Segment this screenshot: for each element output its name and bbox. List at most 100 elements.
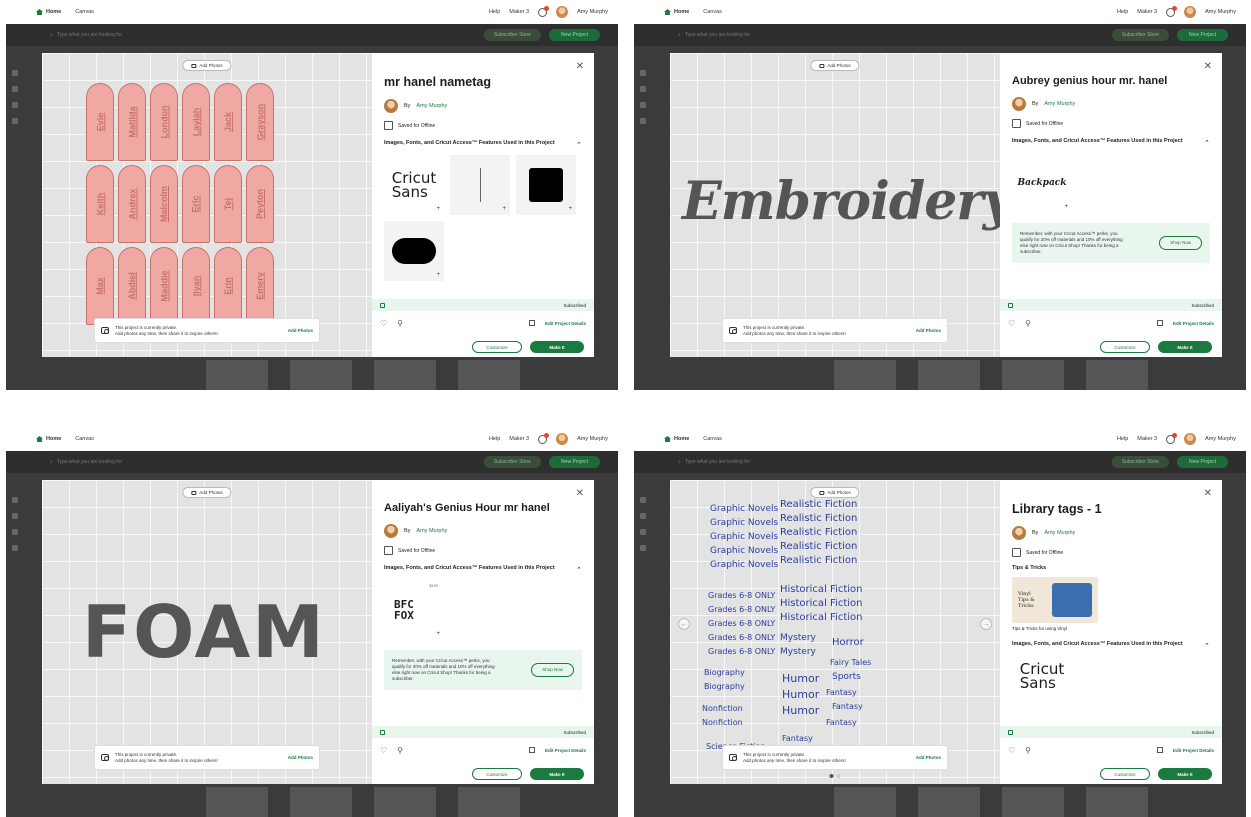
asset-card-cricut-sans[interactable]: Cricut Sans: [1012, 656, 1072, 690]
add-asset-icon[interactable]: +: [436, 631, 440, 637]
collection-icon[interactable]: [1156, 320, 1163, 326]
saved-offline-checkbox[interactable]: Saved for Offline: [1012, 548, 1210, 557]
notification-bell-icon[interactable]: [538, 5, 550, 17]
avatar[interactable]: [556, 433, 569, 445]
heart-icon[interactable]: ♡: [380, 746, 387, 755]
make-it-button[interactable]: Make It: [1158, 768, 1212, 780]
help-link[interactable]: Help: [1117, 9, 1128, 15]
add-photos-link[interactable]: Add Photos: [916, 328, 941, 333]
asset-card-square[interactable]: +: [516, 155, 576, 215]
chevron-up-icon[interactable]: ⌄: [1204, 138, 1210, 145]
add-photos-link[interactable]: Add Photos: [288, 328, 313, 333]
avatar[interactable]: [556, 6, 569, 18]
search-input[interactable]: ⌕ Type what you are looking for: [678, 459, 750, 465]
sidebar-icon[interactable]: [12, 118, 18, 124]
user-menu[interactable]: Amy Murphy: [1205, 436, 1236, 442]
machine-selector[interactable]: Maker 3: [1137, 436, 1157, 442]
edit-project-details-link[interactable]: Edit Project Details: [545, 321, 586, 326]
nav-canvas[interactable]: Canvas: [703, 9, 722, 15]
sidebar-icon[interactable]: [640, 102, 646, 108]
subscriber-store-button[interactable]: Subscriber Store: [1111, 29, 1170, 41]
help-link[interactable]: Help: [1117, 436, 1128, 442]
edit-project-details-link[interactable]: Edit Project Details: [1173, 748, 1214, 753]
author-link[interactable]: Amy Murphy: [1044, 101, 1075, 107]
saved-offline-checkbox[interactable]: Saved for Offline: [1012, 119, 1210, 128]
sidebar-icon[interactable]: [12, 102, 18, 108]
add-asset-icon[interactable]: +: [568, 206, 572, 212]
chevron-up-icon[interactable]: ⌄: [576, 140, 582, 147]
new-project-button[interactable]: New Project: [1177, 456, 1228, 468]
add-photos-link[interactable]: Add Photos: [288, 755, 313, 760]
close-icon[interactable]: ✕: [1204, 61, 1212, 72]
add-asset-icon[interactable]: +: [1064, 204, 1068, 210]
add-asset-icon[interactable]: +: [436, 206, 440, 212]
close-icon[interactable]: ✕: [1204, 488, 1212, 499]
carousel-dot[interactable]: [829, 774, 834, 778]
carousel-dot[interactable]: [836, 774, 841, 778]
user-menu[interactable]: Amy Murphy: [577, 436, 608, 442]
search-input[interactable]: ⌕ Type what you are looking for: [50, 459, 122, 465]
asset-card-cricut-sans[interactable]: Cricut Sans +: [384, 155, 444, 215]
sidebar-icon[interactable]: [640, 86, 646, 92]
nav-canvas[interactable]: Canvas: [75, 9, 94, 15]
pin-icon[interactable]: ⚲: [397, 746, 403, 755]
saved-offline-checkbox[interactable]: Saved for Offline: [384, 121, 582, 130]
asset-card-line[interactable]: +: [450, 155, 510, 215]
subscriber-store-button[interactable]: Subscriber Store: [1111, 456, 1170, 468]
avatar[interactable]: [1184, 6, 1197, 18]
nav-home[interactable]: Home: [664, 9, 689, 15]
machine-selector[interactable]: Maker 3: [509, 9, 529, 15]
notification-bell-icon[interactable]: [1166, 432, 1178, 444]
sidebar-icon[interactable]: [12, 497, 18, 503]
chevron-up-icon[interactable]: ⌄: [576, 565, 582, 572]
shop-now-button[interactable]: Shop Now: [531, 663, 574, 677]
help-link[interactable]: Help: [489, 436, 500, 442]
edit-project-details-link[interactable]: Edit Project Details: [545, 748, 586, 753]
pin-icon[interactable]: ⚲: [1025, 319, 1031, 328]
avatar[interactable]: [1184, 433, 1197, 445]
machine-selector[interactable]: Maker 3: [1137, 9, 1157, 15]
sidebar-icon[interactable]: [640, 118, 646, 124]
user-menu[interactable]: Amy Murphy: [577, 9, 608, 15]
search-input[interactable]: ⌕ Type what you are looking for: [678, 32, 750, 38]
sidebar-icon[interactable]: [12, 513, 18, 519]
search-input[interactable]: ⌕ Type what you are looking for: [50, 32, 122, 38]
sidebar-icon[interactable]: [640, 529, 646, 535]
add-asset-icon[interactable]: +: [502, 206, 506, 212]
close-icon[interactable]: ✕: [576, 488, 584, 499]
heart-icon[interactable]: ♡: [1008, 319, 1015, 328]
features-section-header[interactable]: Images, Fonts, and Cricut Access™ Featur…: [384, 140, 582, 147]
sidebar-icon[interactable]: [640, 497, 646, 503]
features-section-header[interactable]: Images, Fonts, and Cricut Access™ Featur…: [1012, 138, 1210, 145]
customize-button[interactable]: Customize: [1100, 768, 1150, 780]
saved-offline-checkbox[interactable]: Saved for Offline: [384, 546, 582, 555]
features-section-header[interactable]: Images, Fonts, and Cricut Access™ Featur…: [1012, 641, 1210, 648]
close-icon[interactable]: ✕: [576, 61, 584, 72]
tips-card[interactable]: Vinyl Tips & Tricks: [1012, 577, 1098, 623]
edit-project-details-link[interactable]: Edit Project Details: [1173, 321, 1214, 326]
new-project-button[interactable]: New Project: [549, 29, 600, 41]
heart-icon[interactable]: ♡: [380, 319, 387, 328]
add-asset-icon[interactable]: +: [436, 272, 440, 278]
asset-card-bfc-fox[interactable]: $3.99 BFC FOX +: [384, 580, 444, 640]
asset-card-oval[interactable]: +: [384, 221, 444, 281]
customize-button[interactable]: Customize: [472, 768, 522, 780]
customize-button[interactable]: Customize: [472, 341, 522, 353]
asset-card-backpack[interactable]: Backpack +: [1012, 153, 1072, 213]
next-arrow-icon[interactable]: →: [980, 618, 992, 630]
notification-bell-icon[interactable]: [538, 432, 550, 444]
nav-canvas[interactable]: Canvas: [703, 436, 722, 442]
sidebar-icon[interactable]: [12, 529, 18, 535]
machine-selector[interactable]: Maker 3: [509, 436, 529, 442]
author-link[interactable]: Amy Murphy: [416, 528, 447, 534]
sidebar-icon[interactable]: [12, 545, 18, 551]
new-project-button[interactable]: New Project: [1177, 29, 1228, 41]
features-section-header[interactable]: Images, Fonts, and Cricut Access™ Featur…: [384, 565, 582, 572]
collection-icon[interactable]: [528, 320, 535, 326]
nav-home[interactable]: Home: [36, 9, 61, 15]
help-link[interactable]: Help: [489, 9, 500, 15]
sidebar-icon[interactable]: [640, 70, 646, 76]
add-photos-pill[interactable]: Add Photos: [182, 487, 232, 498]
nav-home[interactable]: Home: [36, 436, 61, 442]
subscriber-store-button[interactable]: Subscriber Store: [483, 29, 542, 41]
